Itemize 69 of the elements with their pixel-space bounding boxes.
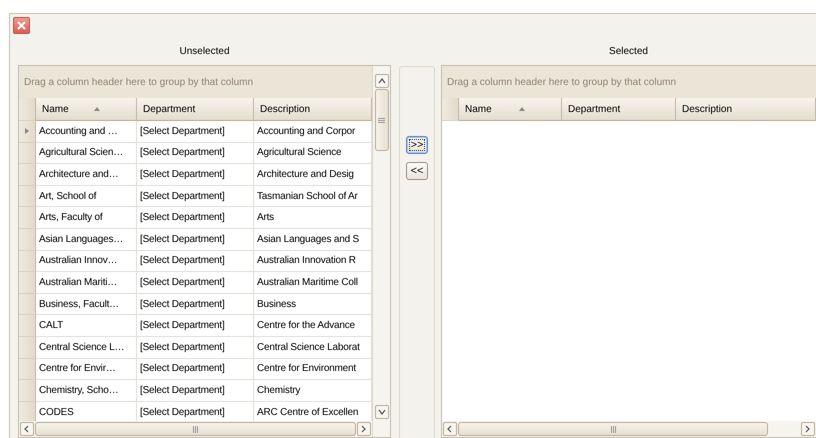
table-cell: [Select Department] [137,186,254,208]
table-cell: [Select Department] [137,164,254,186]
table-cell: [Select Department] [137,336,254,359]
table-cell: Central Science L… [36,336,137,359]
column-header[interactable]: Department [562,98,676,121]
group-hint: Drag a column header here to group by that column [447,76,676,88]
table-cell: [Select Department] [137,358,254,380]
table-cell: [Select Department] [137,228,254,251]
row-header[interactable] [19,294,36,316]
row-header[interactable] [19,380,36,402]
column-header[interactable]: Description [676,98,816,121]
row-header[interactable] [19,142,36,164]
scroll-left-icon [446,425,454,433]
close-button[interactable] [13,17,30,34]
row-header[interactable] [19,164,36,186]
column-header[interactable]: Name [459,98,562,121]
row-header[interactable] [19,121,36,143]
table-cell: [Select Department] [137,380,254,402]
row-header[interactable] [19,228,36,251]
panel-title: Selected [609,46,648,57]
table-cell: Architecture and… [36,164,137,186]
scroll-up-icon [378,77,386,85]
table-cell: CALT [36,315,137,337]
table-cell: Accounting and … [36,121,137,143]
row-header[interactable] [19,358,36,380]
table-cell: Arts, Faculty of [36,207,137,229]
row-header[interactable] [19,272,36,294]
column-header[interactable]: Department [137,98,254,121]
grip-icon [193,426,198,432]
table-cell: [Select Department] [137,121,254,143]
table-cell: Agricultural Scien… [36,142,137,164]
column-header[interactable]: Description [254,98,372,121]
scroll-right-icon [804,425,812,433]
row-header[interactable] [19,250,36,272]
row-header[interactable] [19,315,36,337]
horizontal-scrollbar[interactable] [19,421,372,437]
table-cell: Australian Mariti… [36,272,137,294]
row-header[interactable] [19,186,36,208]
column-header[interactable]: Name [36,98,137,121]
table-cell: [Select Department] [137,294,254,316]
close-icon [17,21,26,30]
table-cell: [Select Department] [137,250,254,272]
horizontal-scrollbar[interactable] [442,421,816,437]
vertical-scrollbar[interactable] [372,66,390,437]
row-header[interactable] [19,207,36,229]
table-cell: Art, School of [36,186,137,208]
table-cell: [Select Department] [137,272,254,294]
table-cell: [Select Department] [137,315,254,337]
row-header[interactable] [19,336,36,359]
scroll-right-icon [360,425,368,433]
table-cell: Australian Innov… [36,250,137,272]
transfer-button[interactable]: << [406,162,428,180]
table-cell: Chemistry, Scho… [36,380,137,402]
scroll-left-icon [23,425,31,433]
current-row-icon [25,128,29,134]
table-cell: Business, Facult… [36,294,137,316]
scroll-down-icon [378,408,386,416]
panel-title: Unselected [179,46,230,57]
table-cell: [Select Department] [137,142,254,164]
table-cell: Centre for Envir… [36,358,137,380]
table-cell: [Select Department] [137,207,254,229]
transfer-button[interactable]: >> [406,136,428,154]
row-header[interactable] [19,402,36,421]
grip-icon [378,118,385,122]
table-cell: Asian Languages… [36,228,137,251]
group-hint: Drag a column header here to group by that column [24,76,254,88]
grip-icon [610,426,616,432]
sort-ascending-icon [519,107,525,111]
sort-ascending-icon [94,107,100,111]
